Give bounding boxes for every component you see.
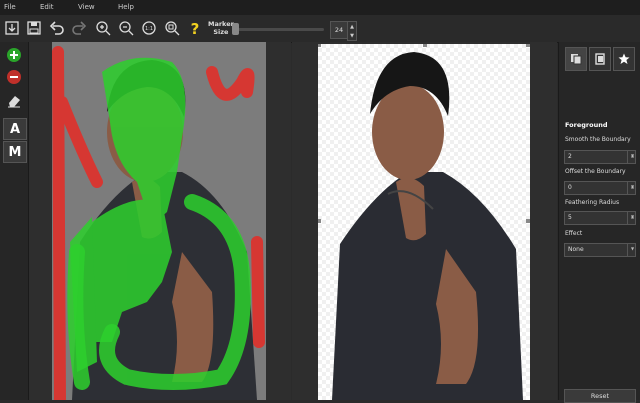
svg-text:?: ? [191,20,200,36]
manual-mode-button[interactable]: M [3,141,27,163]
star-icon [618,53,630,64]
effect-select[interactable]: None ▼ [564,243,636,257]
copy-icon [571,54,582,65]
add-foreground-icon[interactable] [4,45,24,65]
feather-label: Feathering Radius [565,199,620,206]
help-icon[interactable]: ? [186,19,204,37]
zoom-in-icon[interactable] [94,19,112,37]
feather-input[interactable]: 5 ▲ ▼ [564,211,636,225]
marker-size-label: Marker Size [208,20,234,36]
tab-favorites[interactable] [613,47,635,71]
source-image[interactable] [52,42,266,400]
offset-label: Offset the Boundary [565,168,626,175]
marker-size-slider-thumb[interactable] [232,23,239,35]
save-icon[interactable] [25,19,43,37]
open-icon[interactable] [3,19,21,37]
smooth-input[interactable]: 2 ▲ ▼ [564,150,636,164]
paste-icon [595,53,605,65]
menu-view[interactable]: View [78,3,95,11]
auto-mode-button[interactable]: A [3,118,27,140]
menu-help[interactable]: Help [118,3,134,11]
zoom-actual-icon[interactable] [163,19,181,37]
toolbar: 1:1 ? Marker Size 24 ▲ ▼ [0,15,640,43]
marker-size-input[interactable]: 24 [330,21,348,39]
redo-icon[interactable] [70,19,88,37]
crop-handle[interactable] [526,44,530,47]
zoom-fit-icon[interactable]: 1:1 [140,19,158,37]
crop-handle[interactable] [526,219,530,223]
effect-label: Effect [565,230,583,237]
svg-text:1:1: 1:1 [145,26,153,32]
tab-foreground[interactable] [565,47,587,71]
result-image[interactable] [318,44,530,400]
chevron-down-icon: ▼ [627,244,635,256]
tab-background[interactable] [589,47,611,71]
remove-background-icon[interactable] [4,67,24,87]
left-toolbar: A M [0,42,29,400]
section-title: Foreground [565,121,608,129]
marker-size-slider[interactable] [238,28,324,31]
eraser-icon[interactable] [4,90,24,110]
offset-input[interactable]: 0 ▲ ▼ [564,181,636,195]
settings-panel: Foreground Smooth the Boundary 2 ▲ ▼ Offse… [558,42,640,403]
marker-size-spinner[interactable]: ▲ ▼ [347,21,357,41]
menu-file[interactable]: File [4,3,16,11]
smooth-label: Smooth the Boundary [565,136,631,143]
undo-icon[interactable] [48,19,66,37]
crop-handle[interactable] [318,219,321,223]
crop-handle[interactable] [423,44,427,47]
crop-handle[interactable] [318,44,321,47]
menu-edit[interactable]: Edit [40,3,54,11]
menu-bar: File Edit View Help [0,0,640,15]
zoom-out-icon[interactable] [117,19,135,37]
reset-button[interactable]: Reset [564,389,636,403]
